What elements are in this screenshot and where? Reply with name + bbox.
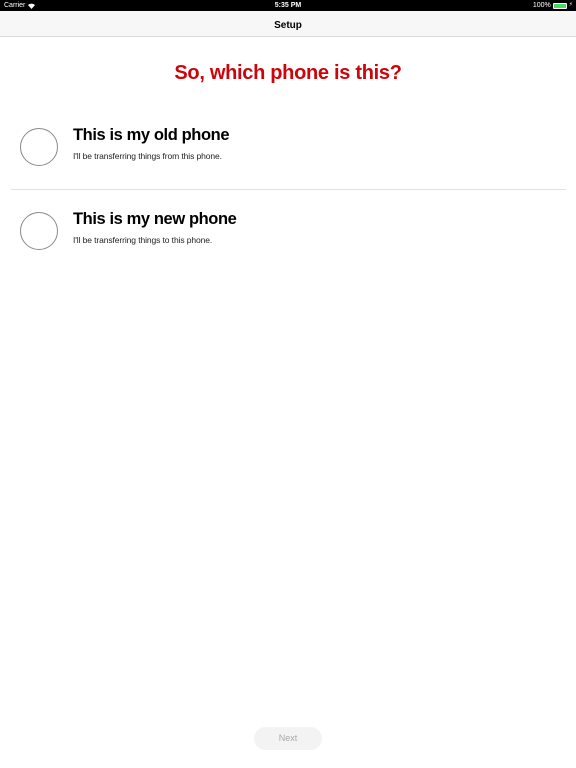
- nav-title: Setup: [274, 20, 302, 31]
- option-old-phone[interactable]: This is my old phone I'll be transferrin…: [0, 106, 576, 190]
- option-new-phone[interactable]: This is my new phone I'll be transferrin…: [0, 190, 576, 274]
- option-new-phone-subtitle: I'll be transferring things to this phon…: [73, 235, 213, 245]
- status-bar: Carrier 5:35 PM 100% ⚡: [0, 0, 576, 11]
- radio-old-phone[interactable]: [20, 128, 58, 166]
- next-button[interactable]: Next: [254, 727, 322, 750]
- battery-icon: [552, 2, 567, 9]
- battery-percent: 100%: [532, 2, 551, 9]
- page-headline: So, which phone is this?: [174, 62, 402, 84]
- charging-bolt-icon: ⚡: [568, 2, 573, 8]
- status-right: 100% ⚡: [533, 0, 573, 11]
- status-time: 5:35 PM: [274, 2, 302, 9]
- option-old-phone-subtitle: I'll be transferring things from this ph…: [73, 151, 222, 161]
- radio-new-phone[interactable]: [20, 212, 58, 250]
- option-old-phone-title: This is my old phone: [73, 126, 230, 144]
- option-new-phone-title: This is my new phone: [73, 210, 237, 228]
- navigation-bar: Setup: [0, 11, 576, 37]
- battery-fill: [553, 3, 566, 8]
